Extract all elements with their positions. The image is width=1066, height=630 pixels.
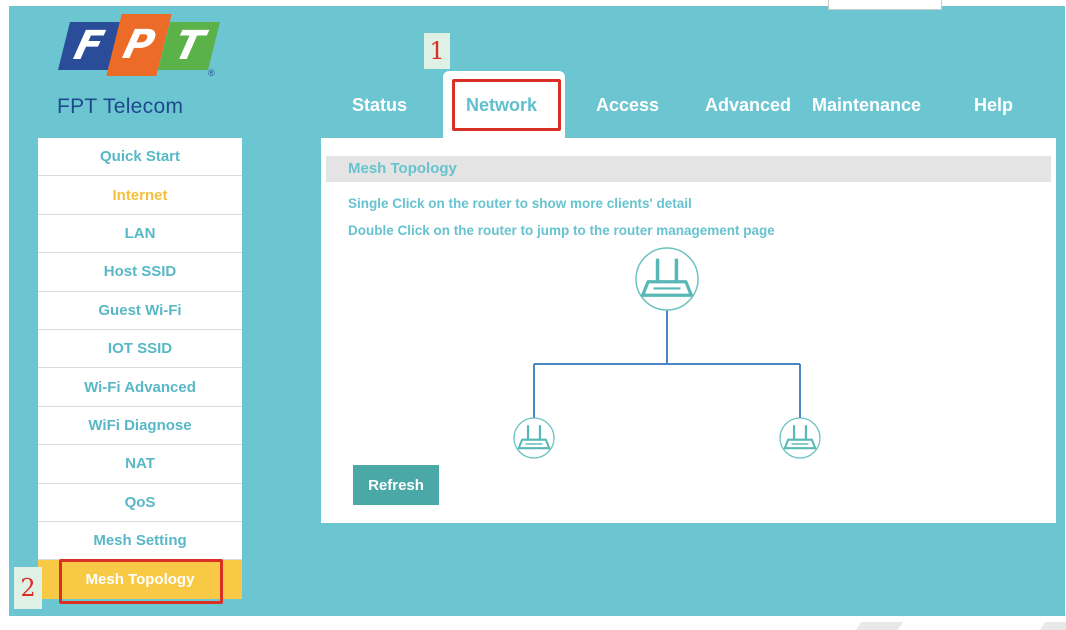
- sidebar-item-nat[interactable]: NAT: [38, 445, 242, 484]
- sidebar-item-host-ssid[interactable]: Host SSID: [38, 253, 242, 292]
- logo-tile-t: T: [158, 22, 220, 70]
- brand-name: FPT Telecom: [57, 95, 184, 118]
- tab-status[interactable]: Status: [352, 95, 407, 116]
- fpt-logo: F P T ®: [58, 14, 228, 84]
- step-2-badge: 2: [14, 567, 42, 609]
- sidebar: Quick Start Internet LAN Host SSID Guest…: [38, 138, 242, 599]
- sidebar-item-lan[interactable]: LAN: [38, 214, 242, 254]
- tab-maintenance[interactable]: Maintenance: [812, 95, 921, 116]
- tab-advanced[interactable]: Advanced: [705, 95, 791, 116]
- sidebar-item-qos[interactable]: QoS: [38, 483, 242, 522]
- registered-mark: ®: [208, 68, 215, 78]
- sidebar-item-wifi-diagnose[interactable]: WiFi Diagnose: [38, 406, 242, 446]
- satellite-router-node[interactable]: [513, 417, 555, 459]
- sidebar-item-mesh-setting[interactable]: Mesh Setting: [38, 521, 242, 561]
- sidebar-item-guest-wifi[interactable]: Guest Wi-Fi: [38, 291, 242, 330]
- tab-access[interactable]: Access: [596, 95, 659, 116]
- highlight-network-tab: [452, 79, 561, 131]
- step-1-badge: 1: [424, 33, 450, 69]
- sidebar-item-quick-start[interactable]: Quick Start: [38, 138, 242, 177]
- top-login-box: [828, 0, 942, 10]
- refresh-button[interactable]: Refresh: [353, 465, 439, 505]
- highlight-mesh-topology: [59, 559, 223, 604]
- topology-links: [533, 310, 801, 421]
- sidebar-item-wifi-advanced[interactable]: Wi-Fi Advanced: [38, 368, 242, 407]
- satellite-router-node[interactable]: [779, 417, 821, 459]
- main-router-node[interactable]: [635, 247, 699, 311]
- content-panel: Mesh Topology Single Click on the router…: [321, 138, 1056, 523]
- sidebar-item-internet[interactable]: Internet: [38, 176, 242, 215]
- sidebar-item-iot-ssid[interactable]: IOT SSID: [38, 329, 242, 369]
- tab-help[interactable]: Help: [974, 95, 1013, 116]
- bottom-margin: [0, 616, 1066, 622]
